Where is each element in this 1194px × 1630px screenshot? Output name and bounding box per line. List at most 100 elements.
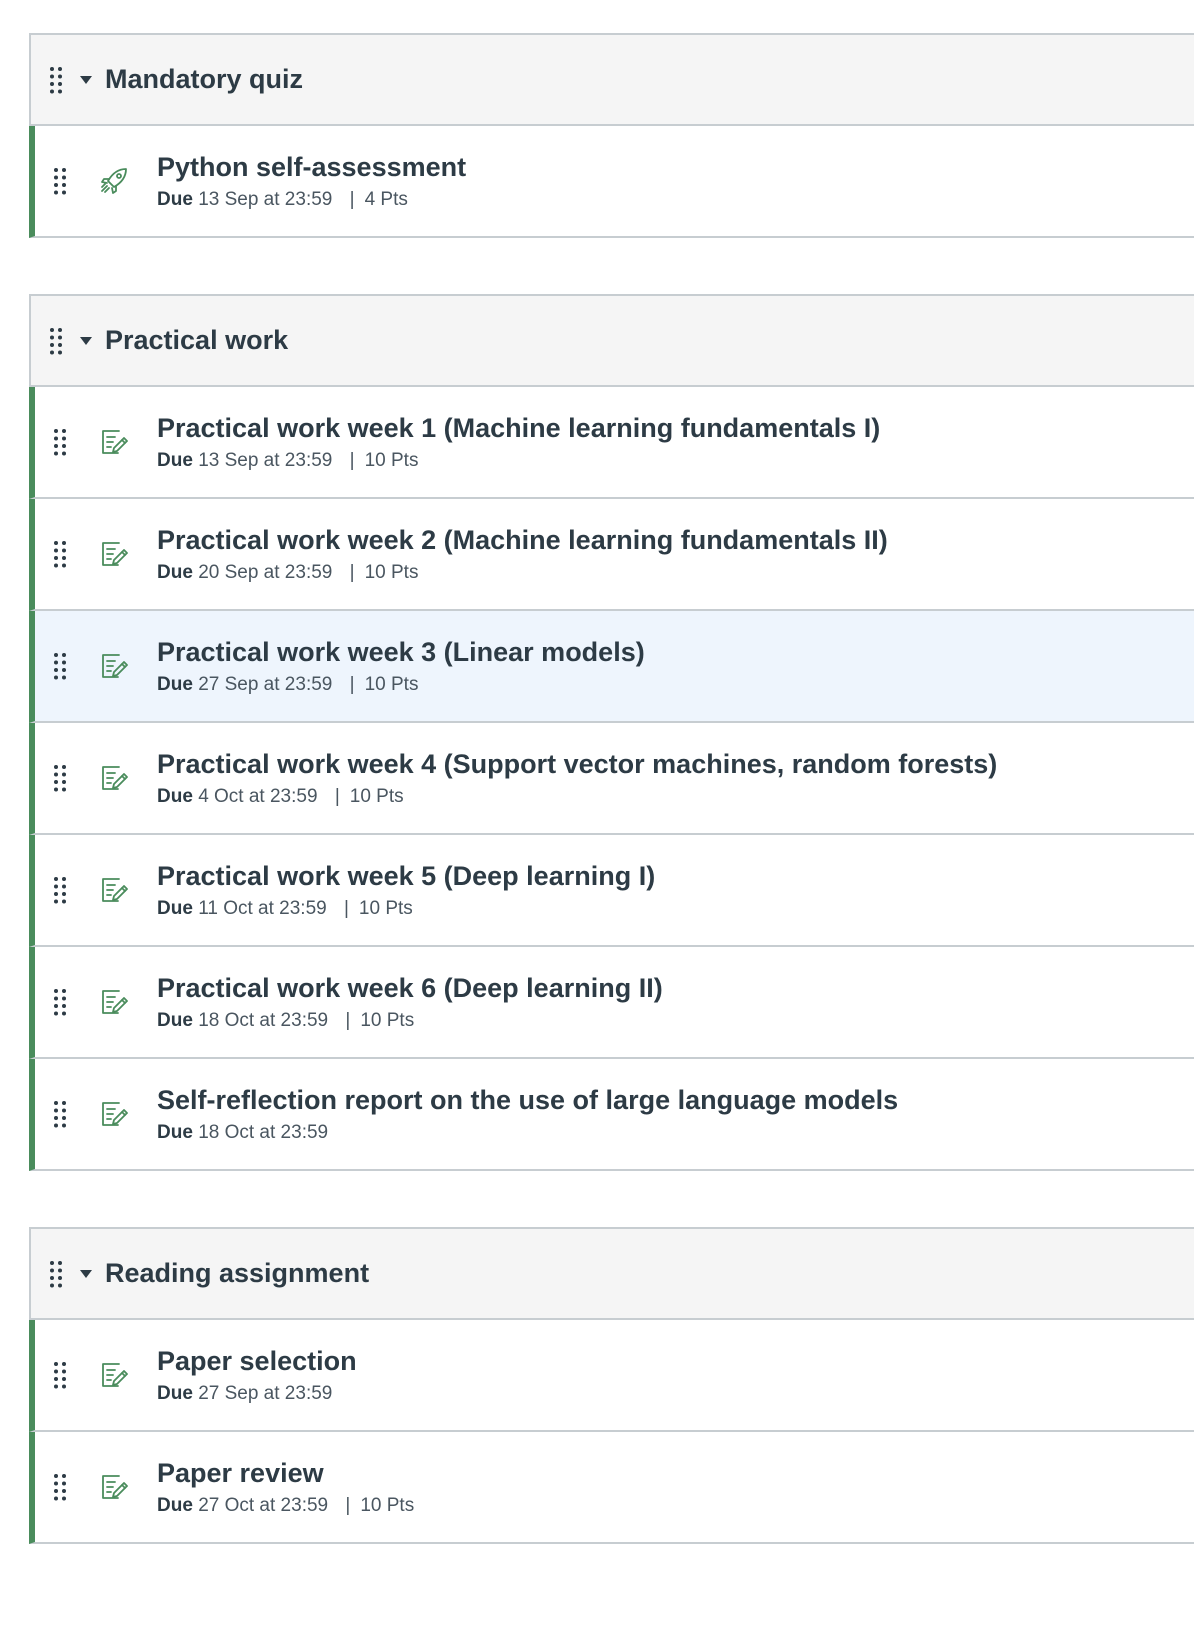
caret-down-icon[interactable] — [80, 336, 92, 345]
points-value: 10 Pts — [364, 449, 419, 471]
meta-separator: | — [334, 785, 340, 807]
assignment-meta: Due 13 Sep at 23:59 | 4 Pts — [157, 188, 466, 212]
drag-handle-icon[interactable] — [53, 987, 67, 1017]
assignment-row[interactable]: Practical work week 5 (Deep learning I) … — [29, 835, 1194, 947]
meta-separator: | — [345, 1009, 351, 1031]
assignment-title-link[interactable]: Self-reflection report on the use of lar… — [157, 1084, 898, 1116]
assignment-meta: Due 13 Sep at 23:59 | 10 Pts — [157, 449, 880, 473]
assignment-title-link[interactable]: Practical work week 6 (Deep learning II) — [157, 972, 663, 1004]
assignment-title-link[interactable]: Practical work week 4 (Support vector ma… — [157, 748, 997, 780]
assignment-row[interactable]: Paper review Due 27 Oct at 23:59 | 10 Pts — [29, 1432, 1194, 1544]
assignment-row[interactable]: Practical work week 6 (Deep learning II)… — [29, 947, 1194, 1059]
assignment-body: Paper review Due 27 Oct at 23:59 | 10 Pts — [157, 1457, 414, 1518]
assignment-body: Self-reflection report on the use of lar… — [157, 1084, 898, 1145]
points-value: 10 Pts — [358, 897, 413, 919]
drag-handle-icon[interactable] — [53, 763, 67, 793]
assignment-meta: Due 18 Oct at 23:59 | 10 Pts — [157, 1009, 663, 1033]
assignment-row[interactable]: Paper selection Due 27 Sep at 23:59 — [29, 1320, 1194, 1432]
assignment-title-link[interactable]: Practical work week 2 (Machine learning … — [157, 524, 888, 556]
assignment-icon — [98, 874, 130, 906]
assignment-icon — [98, 650, 130, 682]
due-label: Due — [157, 561, 193, 583]
meta-separator: | — [343, 897, 349, 919]
meta-separator: | — [349, 449, 355, 471]
due-date: 4 Oct at 23:59 — [198, 785, 318, 807]
assignment-row[interactable]: Practical work week 1 (Machine learning … — [29, 387, 1194, 499]
points-value: 10 Pts — [360, 1494, 415, 1516]
due-label: Due — [157, 1009, 193, 1031]
drag-handle-icon[interactable] — [53, 166, 67, 196]
assignment-body: Practical work week 4 (Support vector ma… — [157, 748, 997, 809]
assignment-body: Practical work week 1 (Machine learning … — [157, 412, 880, 473]
group-items: Practical work week 1 (Machine learning … — [29, 387, 1194, 1171]
due-date: 20 Sep at 23:59 — [198, 561, 333, 583]
due-label: Due — [157, 673, 193, 695]
due-label: Due — [157, 1382, 193, 1404]
drag-handle-icon[interactable] — [53, 539, 67, 569]
points-value: 10 Pts — [349, 785, 404, 807]
quiz-rocket-icon — [98, 165, 130, 197]
due-date: 13 Sep at 23:59 — [198, 188, 333, 210]
assignment-title-link[interactable]: Paper selection — [157, 1345, 357, 1377]
assignment-icon — [98, 426, 130, 458]
assignment-row[interactable]: Python self-assessment Due 13 Sep at 23:… — [29, 126, 1194, 238]
points-info: | 10 Pts — [338, 450, 419, 471]
drag-handle-icon[interactable] — [49, 65, 63, 95]
assignment-meta: Due 11 Oct at 23:59 | 10 Pts — [157, 897, 655, 921]
assignment-title-link[interactable]: Python self-assessment — [157, 151, 466, 183]
assignment-groups-list: Mandatory quiz Python self-assessment Du… — [29, 33, 1194, 1600]
drag-handle-icon[interactable] — [53, 875, 67, 905]
group-header[interactable]: Mandatory quiz — [31, 35, 1194, 126]
drag-handle-icon[interactable] — [49, 1259, 63, 1289]
assignment-title-link[interactable]: Practical work week 3 (Linear models) — [157, 636, 645, 668]
drag-handle-icon[interactable] — [53, 651, 67, 681]
assignment-row[interactable]: Practical work week 3 (Linear models) Du… — [29, 611, 1194, 723]
assignment-body: Python self-assessment Due 13 Sep at 23:… — [157, 151, 466, 212]
meta-separator: | — [345, 1494, 351, 1516]
assignment-meta: Due 20 Sep at 23:59 | 10 Pts — [157, 561, 888, 585]
drag-handle-icon[interactable] — [53, 1472, 67, 1502]
assignment-row[interactable]: Self-reflection report on the use of lar… — [29, 1059, 1194, 1171]
assignment-body: Practical work week 6 (Deep learning II)… — [157, 972, 663, 1033]
assignment-title-link[interactable]: Paper review — [157, 1457, 414, 1489]
points-info: | 10 Pts — [332, 898, 413, 919]
caret-down-icon[interactable] — [80, 75, 92, 84]
drag-handle-icon[interactable] — [49, 326, 63, 356]
meta-separator: | — [349, 673, 355, 695]
assignment-body: Practical work week 3 (Linear models) Du… — [157, 636, 645, 697]
assignment-icon — [98, 986, 130, 1018]
assignment-title-link[interactable]: Practical work week 1 (Machine learning … — [157, 412, 880, 444]
caret-down-icon[interactable] — [80, 1269, 92, 1278]
group-items: Python self-assessment Due 13 Sep at 23:… — [29, 126, 1194, 238]
assignment-row[interactable]: Practical work week 2 (Machine learning … — [29, 499, 1194, 611]
assignment-meta: Due 27 Sep at 23:59 — [157, 1382, 357, 1406]
assignment-body: Practical work week 5 (Deep learning I) … — [157, 860, 655, 921]
group-header[interactable]: Reading assignment — [31, 1229, 1194, 1320]
assignment-meta: Due 27 Oct at 23:59 | 10 Pts — [157, 1494, 414, 1518]
assignment-icon — [98, 762, 130, 794]
due-label: Due — [157, 188, 193, 210]
assignment-title-link[interactable]: Practical work week 5 (Deep learning I) — [157, 860, 655, 892]
assignment-row[interactable]: Practical work week 4 (Support vector ma… — [29, 723, 1194, 835]
assignment-icon — [98, 538, 130, 570]
drag-handle-icon[interactable] — [53, 1099, 67, 1129]
points-info: | 10 Pts — [338, 562, 419, 583]
drag-handle-icon[interactable] — [53, 427, 67, 457]
due-label: Due — [157, 1494, 193, 1516]
due-date: 13 Sep at 23:59 — [198, 449, 333, 471]
points-value: 4 Pts — [364, 188, 408, 210]
assignment-meta: Due 18 Oct at 23:59 — [157, 1121, 898, 1145]
due-label: Due — [157, 897, 193, 919]
assignment-icon — [98, 1098, 130, 1130]
drag-handle-icon[interactable] — [53, 1360, 67, 1390]
meta-separator: | — [349, 188, 355, 210]
assignment-group: Reading assignment Paper selection Due 2… — [29, 1227, 1194, 1544]
assignment-meta: Due 27 Sep at 23:59 | 10 Pts — [157, 673, 645, 697]
points-info: | 10 Pts — [338, 674, 419, 695]
group-header[interactable]: Practical work — [31, 296, 1194, 387]
points-info: | 4 Pts — [338, 189, 408, 210]
due-date: 27 Sep at 23:59 — [198, 1382, 333, 1404]
assignment-body: Paper selection Due 27 Sep at 23:59 — [157, 1345, 357, 1406]
assignment-icon — [98, 1471, 130, 1503]
due-date: 18 Oct at 23:59 — [198, 1121, 329, 1143]
